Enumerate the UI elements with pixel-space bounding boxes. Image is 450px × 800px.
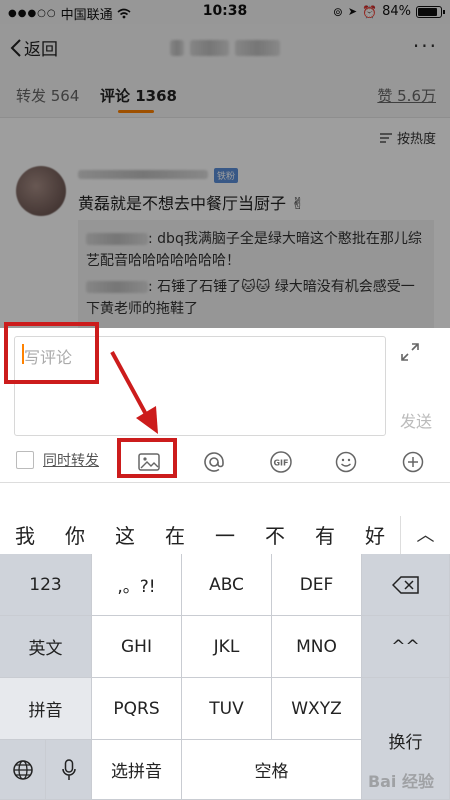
key-def[interactable]: DEF xyxy=(272,554,362,616)
candidate-bar: 我你这在一不有好 ︿ xyxy=(0,482,450,556)
emoticon-label: ^^ xyxy=(391,636,420,657)
plus-icon[interactable] xyxy=(397,446,429,478)
key-backspace[interactable] xyxy=(362,554,450,616)
globe-icon xyxy=(12,759,33,780)
key-123[interactable]: 123 xyxy=(0,554,92,616)
gif-icon[interactable]: GIF xyxy=(265,446,297,478)
compose-toolbar: 同时转发 GIF xyxy=(0,442,450,482)
emoji-icon[interactable] xyxy=(330,446,362,478)
key-space[interactable]: 空格 xyxy=(182,740,362,800)
key-jkl[interactable]: JKL xyxy=(182,616,272,678)
key-select-pinyin[interactable]: 选拼音 xyxy=(92,740,182,800)
at-icon[interactable] xyxy=(198,446,230,478)
watermark: Bai 经验 xyxy=(367,772,434,791)
svg-text:GIF: GIF xyxy=(273,459,288,468)
keyboard: 123 英文 拼音 ,。?! ABC DEF GHI JKL MNO PQRS … xyxy=(0,554,450,800)
candidate-char[interactable]: 好 xyxy=(350,516,400,556)
key-globe[interactable] xyxy=(0,740,46,800)
highlight-box-input xyxy=(4,322,99,384)
key-ghi[interactable]: GHI xyxy=(92,616,182,678)
key-pinyin[interactable]: 拼音 xyxy=(0,678,92,740)
backspace-icon xyxy=(391,575,419,594)
candidate-list: 我你这在一不有好 xyxy=(0,516,400,556)
candidate-char[interactable]: 我 xyxy=(0,516,50,556)
key-punctuation[interactable]: ,。?! xyxy=(92,554,182,616)
candidate-char[interactable]: 不 xyxy=(250,516,300,556)
key-tuv[interactable]: TUV xyxy=(182,678,272,740)
candidate-char[interactable]: 一 xyxy=(200,516,250,556)
candidate-char[interactable]: 你 xyxy=(50,516,100,556)
candidate-char[interactable]: 这 xyxy=(100,516,150,556)
repost-label[interactable]: 同时转发 xyxy=(43,450,99,470)
key-mno[interactable]: MNO xyxy=(272,616,362,678)
key-pqrs[interactable]: PQRS xyxy=(92,678,182,740)
highlight-box-image xyxy=(117,438,177,478)
candidate-char[interactable]: 有 xyxy=(300,516,350,556)
key-wxyz[interactable]: WXYZ xyxy=(272,678,362,740)
key-microphone[interactable] xyxy=(46,740,92,800)
key-english[interactable]: 英文 xyxy=(0,616,92,678)
key-emoticon[interactable]: ^^ xyxy=(362,616,450,678)
send-button[interactable]: 发送 xyxy=(400,408,432,432)
expand-icon[interactable] xyxy=(400,342,420,362)
chevron-up-icon[interactable]: ︿ xyxy=(400,516,450,556)
repost-checkbox[interactable] xyxy=(16,451,34,469)
candidate-char[interactable]: 在 xyxy=(150,516,200,556)
dim-overlay[interactable] xyxy=(0,0,450,328)
return-label: 换行 xyxy=(388,733,423,753)
key-abc[interactable]: ABC xyxy=(182,554,272,616)
microphone-icon xyxy=(61,758,76,780)
